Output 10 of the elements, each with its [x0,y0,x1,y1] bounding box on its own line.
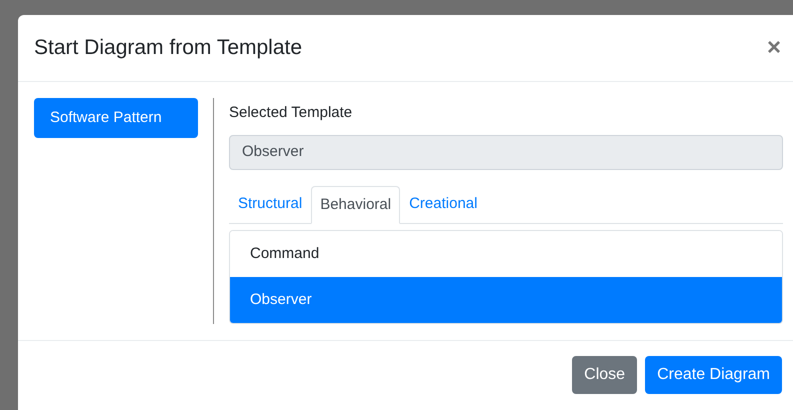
tab[interactable]: Structural [229,186,312,224]
sidebar-item[interactable]: Software Pattern [34,98,198,138]
tab[interactable]: Creational [400,186,486,224]
field-label: Selected Template [229,103,354,123]
tab[interactable]: Behavioral [311,186,400,224]
selected-template-field[interactable]: Observer [229,134,783,170]
close-button[interactable]: Close [572,356,638,394]
dialog-title: Start Diagram from Template [34,35,302,62]
create-button[interactable]: Create Diagram [645,356,782,394]
template-item[interactable]: Observer [230,277,782,323]
